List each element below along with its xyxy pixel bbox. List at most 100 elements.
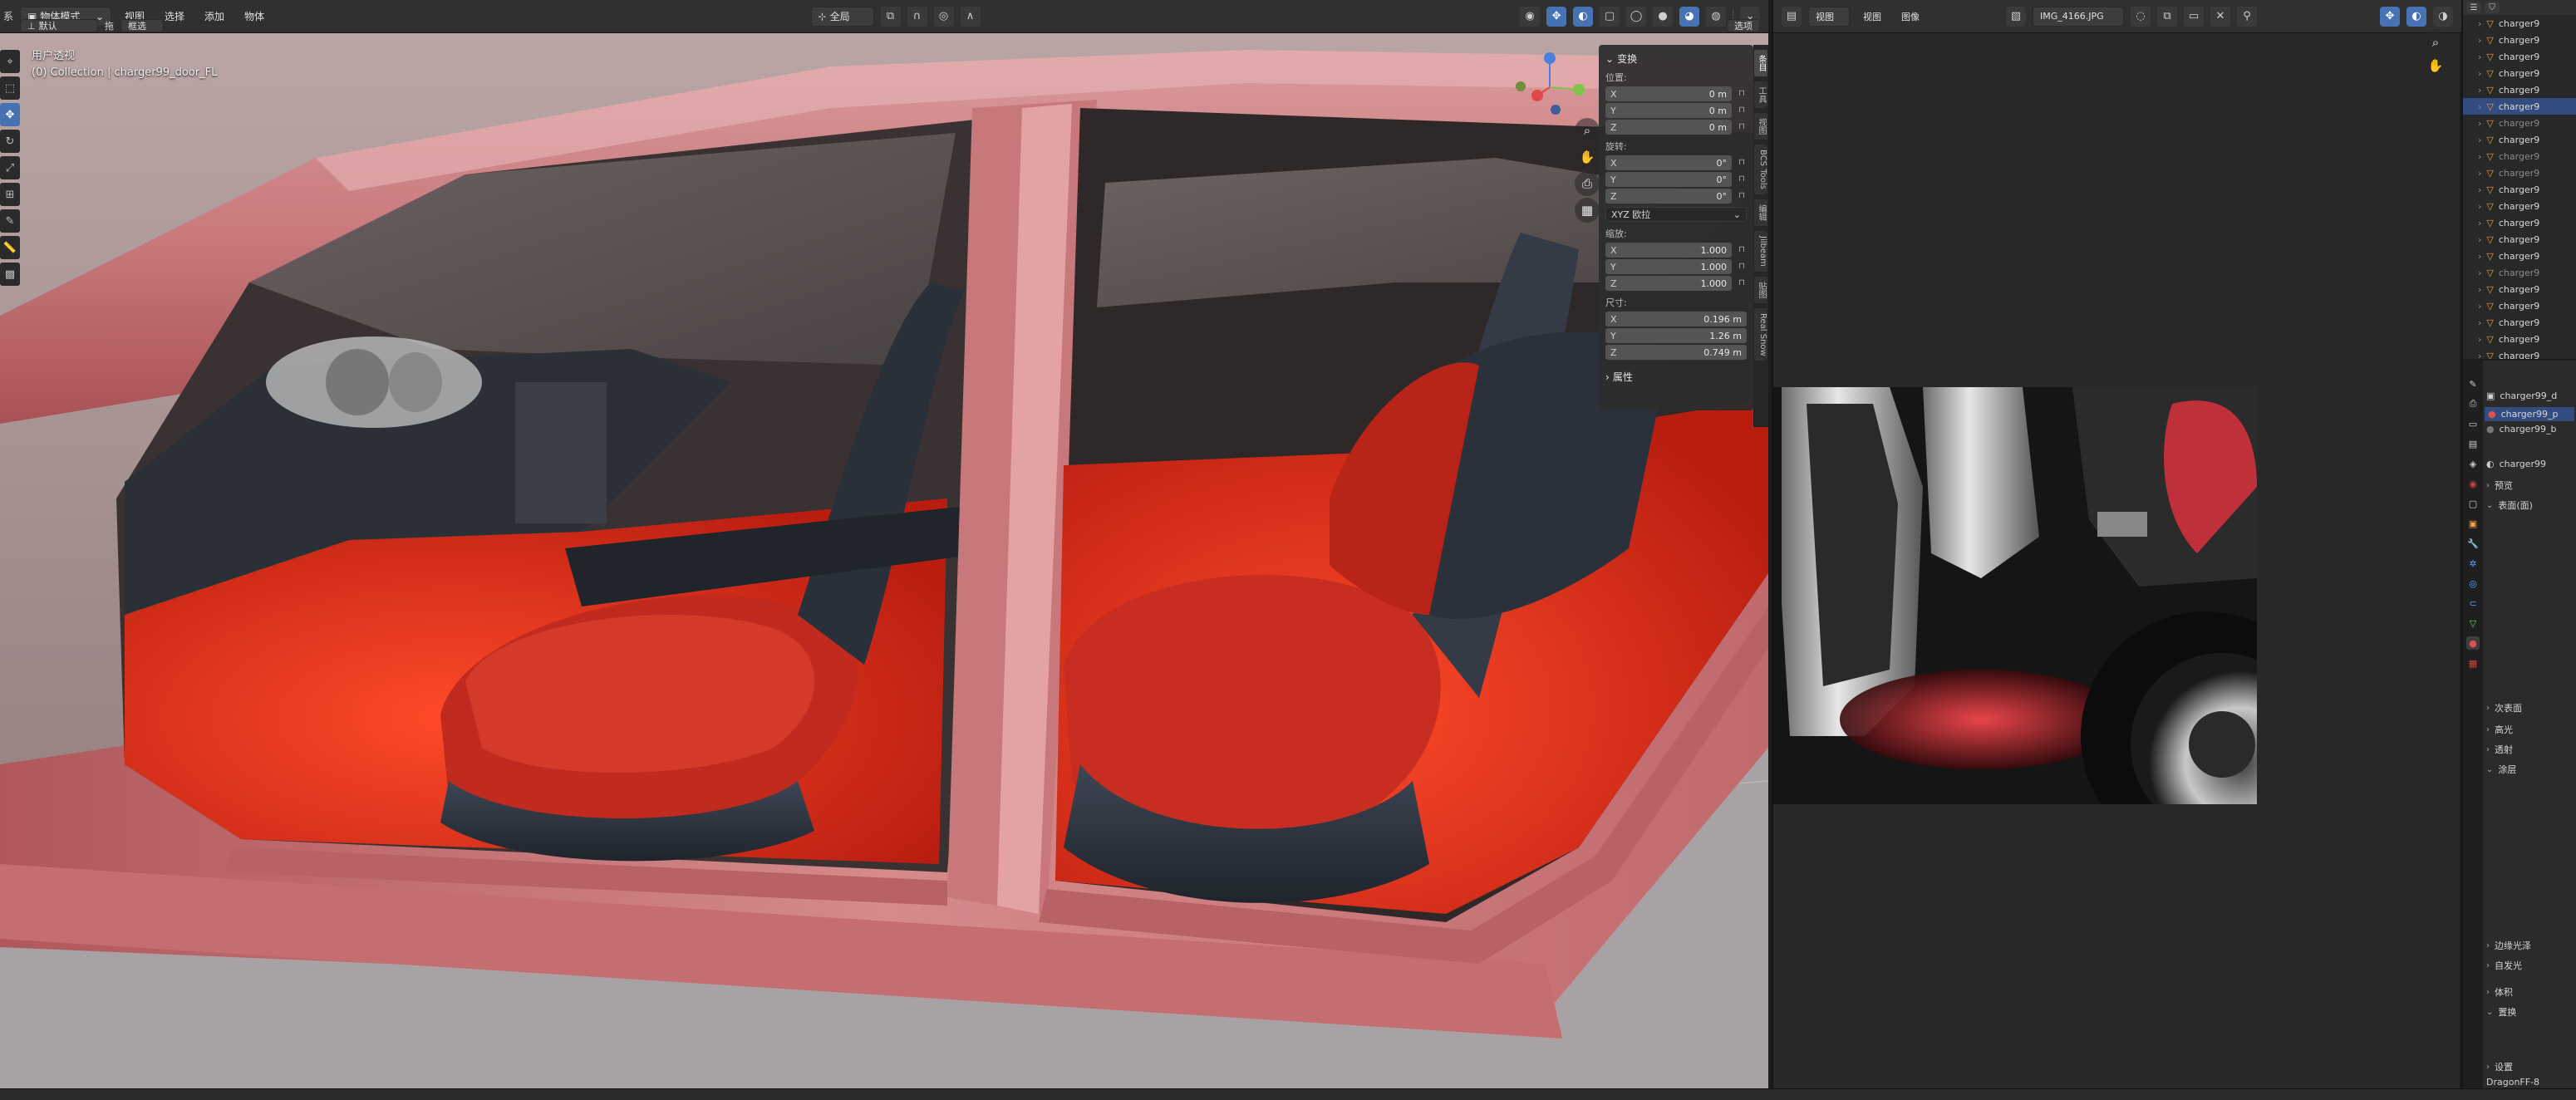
folder-icon[interactable]: ▭ [2184,6,2204,27]
gizmo-toggle-icon[interactable]: ✥ [2380,6,2400,27]
outliner-row[interactable]: › ▽ charger9 [2463,32,2576,48]
lock-icon[interactable]: ⊓ [1737,174,1747,184]
location-x-field[interactable]: X0 m [1605,86,1732,101]
rotation-x-field[interactable]: X 0° [1605,155,1732,170]
outliner-row[interactable]: › ▽ charger9 [2463,297,2576,314]
shield-icon[interactable]: ◌ [2131,6,2151,27]
scale-x-field[interactable]: X 1.000 [1605,243,1732,258]
outliner-row[interactable]: › ▽ charger9 [2463,148,2576,165]
chevron-right-icon[interactable]: › [2478,118,2481,129]
scene-icon[interactable]: ◈ [2466,457,2480,470]
render-icon[interactable]: ⎙ [2466,397,2480,410]
location-z-field[interactable]: Z0 m [1605,120,1732,135]
tab-tool[interactable]: 工具 [1754,81,1767,108]
properties-section-header[interactable]: › 属性 [1605,370,1747,384]
view-layer-icon[interactable]: ▤ [2466,437,2480,450]
output-icon[interactable]: ▭ [2466,417,2480,430]
outliner-row[interactable]: › ▽ charger9 [2463,347,2576,360]
image-editor[interactable]: ▤ 视图 视图 图像 ▧ IMG_4166.JPG ◌ ⧉ ▭ ✕ ⚲ ✥ ◐ … [1772,0,2461,1088]
chevron-right-icon[interactable]: › [2478,234,2481,245]
tab-edit[interactable]: 编辑 [1754,199,1767,226]
chevron-right-icon[interactable]: › [2478,284,2481,295]
3d-viewport[interactable]: ⌖ ⬚ ✥ ↻ ⤢ ⊞ ✎ 📏 ▩ 用户透视 (0) Collection | … [0,33,1768,1088]
outliner-row[interactable]: › ▽ charger9 [2463,281,2576,297]
lock-icon[interactable]: ⊓ [1737,122,1747,132]
transform-tool-icon[interactable]: ⊞ [0,183,20,206]
collection-icon[interactable]: ▢ [2466,497,2480,510]
section-settings[interactable]: › 设置 [2486,1060,2513,1073]
section-transmission[interactable]: › 透射 [2486,743,2513,756]
dimensions-y-field[interactable]: Y 1.26 m [1605,328,1747,343]
tab-jilbeam[interactable]: Jilbeam [1754,230,1767,272]
chevron-right-icon[interactable]: › [2478,135,2481,145]
orientation-dropdown[interactable]: ⊥ 默认 [20,19,98,32]
menu-image[interactable]: 图像 [1895,7,1926,27]
chevron-right-icon[interactable]: › [2478,35,2481,46]
image-editor-type-icon[interactable]: ▤ [1782,6,1802,27]
chevron-right-icon[interactable]: › [2478,334,2481,345]
chevron-right-icon[interactable]: › [2478,85,2481,96]
chevron-right-icon[interactable]: › [2478,201,2481,212]
section-preview[interactable]: › 预览 [2486,479,2513,492]
close-icon[interactable]: ✕ [2210,6,2230,27]
scale-tool-icon[interactable]: ⤢ [0,156,20,179]
outliner-row[interactable]: › ▽ charger9 [2463,331,2576,347]
outliner[interactable]: ☰ ⛉ › ▽ charger9 › ▽ charger9 › ▽ charger9 › ▽ char… [2461,0,2576,359]
location-y-field[interactable]: Y0 m [1605,103,1732,118]
particles-icon[interactable]: ✲ [2466,557,2480,570]
tab-bcs-tools[interactable]: BCS Tools [1754,145,1767,194]
pan-hand-icon[interactable]: ✋ [1575,145,1600,169]
material-slot-2[interactable]: ● charger99_b [2486,424,2556,435]
section-specular[interactable]: › 高光 [2486,723,2513,736]
section-displacement[interactable]: ⌄ 置换 [2486,1005,2516,1019]
texture-icon[interactable]: ▦ [2466,656,2480,670]
physics-icon[interactable]: ◎ [2466,577,2480,590]
lock-icon[interactable]: ⊓ [1737,106,1747,115]
world-icon[interactable]: ◉ [2466,477,2480,490]
outliner-row[interactable]: › ▽ charger9 [2463,165,2576,181]
chevron-right-icon[interactable]: › [2478,251,2481,262]
annotate-tool-icon[interactable]: ✎ [0,209,20,233]
material-slot-1[interactable]: ● charger99_p [2485,407,2574,421]
section-volume[interactable]: › 体积 [2486,985,2513,999]
image-browse-icon[interactable]: ▧ [2006,6,2026,27]
duplicate-icon[interactable]: ⧉ [2157,6,2177,27]
lock-icon[interactable]: ⊓ [1737,89,1747,99]
select-box-icon[interactable]: ⬚ [0,76,20,100]
data-icon[interactable]: ▽ [2466,616,2480,630]
outliner-row[interactable]: › ▽ charger9 [2463,198,2576,214]
material-selector[interactable]: ◐ charger99 [2486,459,2546,469]
outliner-row[interactable]: › ▽ charger9 [2463,248,2576,264]
outliner-row[interactable]: › ▽ charger9 [2463,314,2576,331]
rotate-tool-icon[interactable]: ↻ [0,130,20,153]
section-sheen[interactable]: › 边缘光泽 [2486,939,2531,952]
zoom-icon[interactable]: ⌕ [1575,118,1600,143]
lock-icon[interactable]: ⊓ [1737,262,1747,272]
outliner-row[interactable]: › ▽ charger9 [2463,15,2576,32]
chevron-right-icon[interactable]: › [2478,101,2481,112]
outliner-row[interactable]: › ▽ charger9 [2463,98,2576,115]
constraint-icon[interactable]: ⊂ [2466,597,2480,610]
navigation-gizmo[interactable] [1512,50,1587,125]
transform-section-header[interactable]: ⌄ 变换 [1605,52,1747,66]
select-box-dropdown[interactable]: 框选 [120,19,164,32]
modifier-icon[interactable]: 🔧 [2466,537,2480,550]
outliner-row[interactable]: › ▽ charger9 [2463,115,2576,131]
filter-icon[interactable]: ⛉ [2485,2,2500,13]
chevron-right-icon[interactable]: › [2478,52,2481,62]
zoom-icon[interactable]: ⌕ [2423,30,2448,55]
rotation-y-field[interactable]: Y 0° [1605,172,1732,187]
tool-icon[interactable]: ✎ [2466,377,2480,390]
chevron-right-icon[interactable]: › [2478,301,2481,312]
chevron-right-icon[interactable]: › [2478,268,2481,278]
chevron-right-icon[interactable]: › [2478,351,2481,360]
rotation-z-field[interactable]: Z 0° [1605,189,1732,204]
chevron-right-icon[interactable]: › [2478,168,2481,179]
chevron-right-icon[interactable]: › [2478,317,2481,328]
lock-icon[interactable]: ⊓ [1737,191,1747,201]
object-icon[interactable]: ▣ [2466,517,2480,530]
section-coat[interactable]: ⌄ 涂层 [2486,763,2516,776]
pin-icon[interactable]: ⚲ [2237,6,2257,27]
tab-real-snow[interactable]: Real Snow [1754,307,1767,361]
dimensions-x-field[interactable]: X 0.196 m [1605,312,1747,327]
